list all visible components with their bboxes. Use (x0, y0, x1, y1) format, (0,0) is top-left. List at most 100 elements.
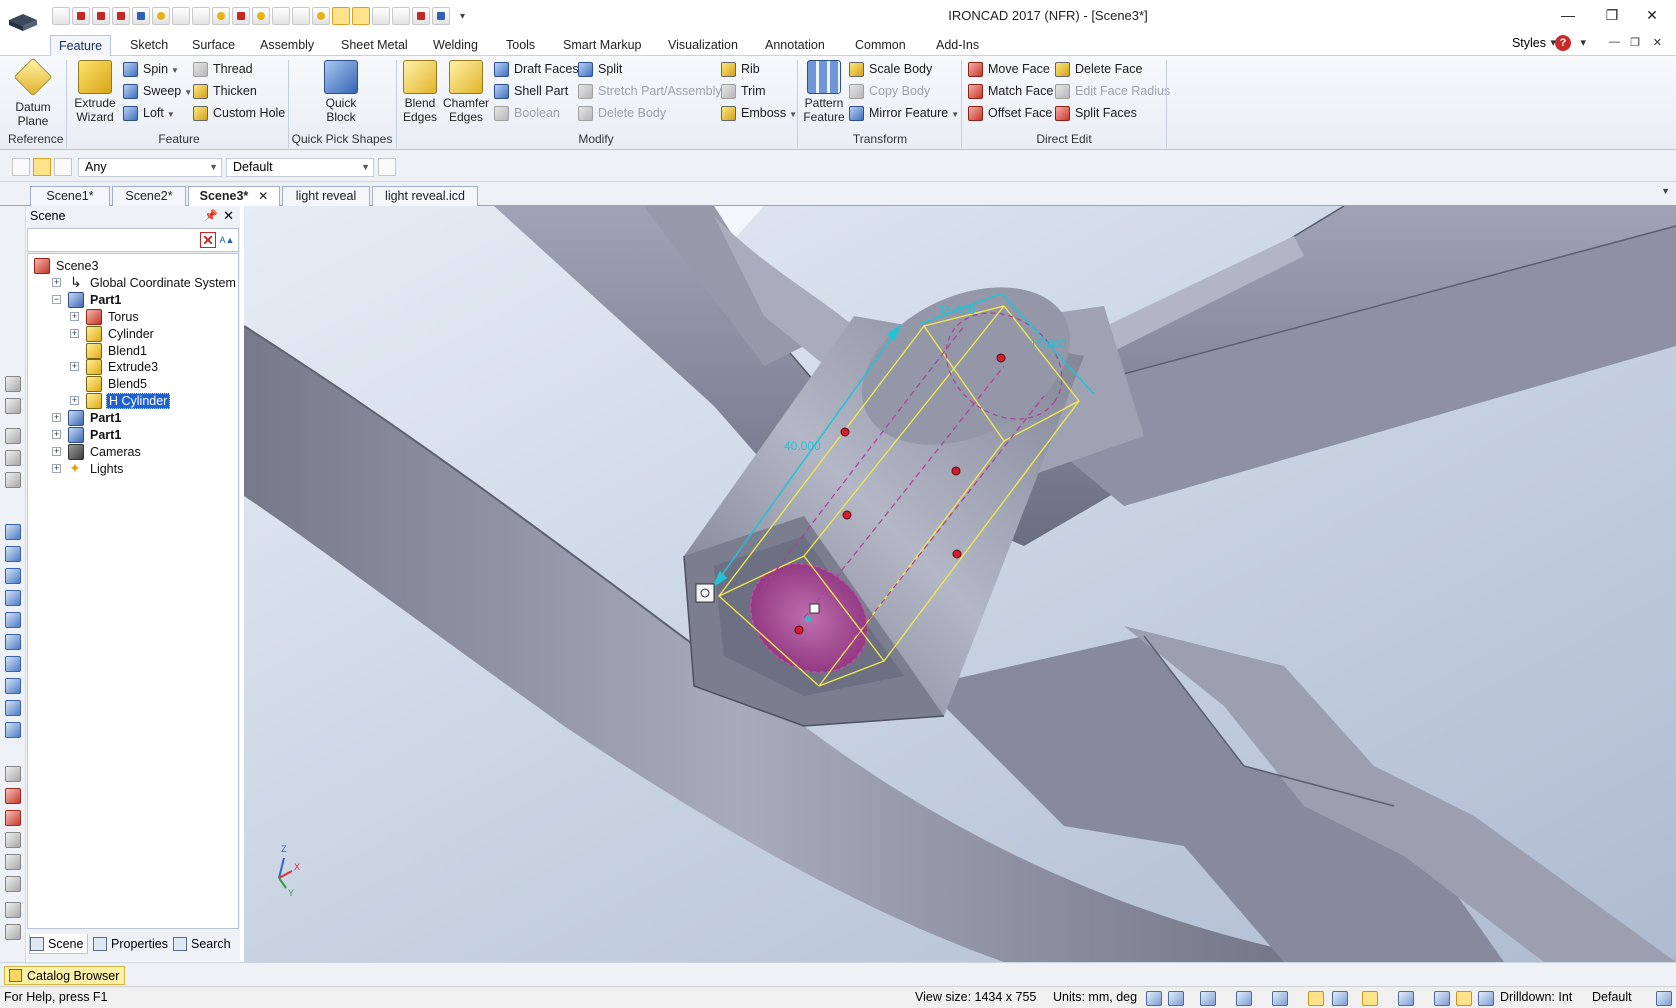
pin-icon[interactable]: 📌 (204, 206, 218, 226)
quick-block-button[interactable]: Quick Block (316, 60, 366, 124)
expand-icon[interactable]: + (52, 446, 61, 456)
offset-face-button[interactable]: Offset Face (968, 104, 1052, 122)
3d-viewport[interactable]: 40.000 15.000 15.000 Z X Y (244, 206, 1676, 962)
view-iso-icon[interactable] (5, 656, 21, 672)
view-tool-3-icon[interactable] (5, 428, 21, 444)
copy-body-button[interactable]: Copy Body (849, 82, 930, 100)
view-tool-1-icon[interactable] (5, 376, 21, 392)
tab-sketch[interactable]: Sketch (122, 35, 176, 56)
tab-tools[interactable]: Tools (498, 35, 543, 56)
dimension-height-label[interactable]: 15.000 (1030, 337, 1067, 351)
camera-icon[interactable] (1332, 991, 1348, 1006)
view-dimetric-icon[interactable] (5, 678, 21, 694)
battery-icon[interactable] (5, 924, 21, 940)
selection-filter-combo[interactable]: Any ▼ (78, 158, 222, 177)
tab-smart-markup[interactable]: Smart Markup (555, 35, 650, 56)
match-face-button[interactable]: Match Face (968, 82, 1053, 100)
tree-node-part1[interactable]: + Part1 (52, 409, 123, 427)
view-tool-5-icon[interactable] (5, 472, 21, 488)
tab-feature[interactable]: Feature (50, 35, 112, 56)
tree-node-torus[interactable]: + Torus (70, 308, 141, 326)
close-button[interactable]: ✕ (1632, 4, 1672, 26)
doc-tab-scene3[interactable]: Scene3* ✕ (188, 186, 280, 206)
draft-faces-button[interactable]: Draft Faces (494, 60, 579, 78)
tab-sheet-metal[interactable]: Sheet Metal (333, 35, 416, 56)
trim-button[interactable]: Trim (721, 82, 766, 100)
dimension-width-label[interactable]: 15.000 (939, 303, 976, 317)
stretch-part-button[interactable]: Stretch Part/Assembly (578, 82, 722, 100)
status-drilldown[interactable]: Drilldown: Int (1500, 987, 1572, 1008)
style-combo[interactable]: Default ▼ (226, 158, 374, 177)
light-toggle-icon[interactable] (1308, 991, 1324, 1006)
doc-tab-scene1[interactable]: Scene1* (30, 186, 110, 206)
view-right-icon[interactable] (5, 590, 21, 606)
tree-node-h-cylinder[interactable]: + H Cylinder (70, 392, 171, 410)
face-select-icon[interactable] (1434, 991, 1450, 1006)
tree-node-part1[interactable]: + Part1 (52, 426, 123, 444)
pointer-mode-icon[interactable] (1456, 991, 1472, 1006)
dimension-length-label[interactable]: 40.000 (784, 439, 821, 453)
tab-common[interactable]: Common (847, 35, 914, 56)
catalog-browser-button[interactable]: Catalog Browser (4, 966, 126, 985)
walkthrough-icon[interactable] (5, 810, 21, 826)
chamfer-edges-button[interactable]: Chamfer Edges (442, 60, 490, 124)
view-cube-icon[interactable] (1236, 991, 1252, 1006)
scene-render[interactable]: 40.000 15.000 15.000 Z X Y (244, 206, 1676, 962)
move-face-button[interactable]: Move Face (968, 60, 1050, 78)
close-icon[interactable]: ✕ (223, 206, 234, 226)
measure-icon[interactable] (5, 766, 21, 782)
help-icon[interactable]: ? (1555, 35, 1571, 51)
size-handle-icon[interactable] (840, 427, 850, 437)
circle-icon[interactable] (5, 854, 21, 870)
view-normal-icon[interactable] (5, 722, 21, 738)
expand-icon[interactable]: + (52, 413, 61, 423)
expand-icon[interactable]: + (52, 463, 61, 473)
doc-tab-light-reveal-icd[interactable]: light reveal.icd (372, 186, 478, 206)
view-back-icon[interactable] (5, 546, 21, 562)
doc-minimize-icon[interactable]: — (1609, 36, 1620, 48)
expand-icon[interactable]: + (52, 430, 61, 439)
doc-close-icon[interactable]: ✕ (1653, 36, 1662, 49)
view-tool-2-icon[interactable] (5, 398, 21, 414)
tree-node-blend1[interactable]: Blend1 (86, 342, 149, 360)
expand-icon[interactable]: + (70, 362, 79, 372)
tab-add-ins[interactable]: Add-Ins (928, 35, 987, 56)
maximize-button[interactable]: ❐ (1592, 4, 1632, 26)
blend-edges-button[interactable]: Blend Edges (400, 60, 440, 124)
rib-button[interactable]: Rib (721, 60, 760, 78)
size-handle-icon[interactable] (842, 510, 852, 520)
tree-node-extrude3[interactable]: + Extrude3 (70, 358, 160, 376)
anchor-icon[interactable] (805, 616, 811, 622)
select-pointer-icon[interactable] (33, 158, 51, 176)
edit-face-radius-button[interactable]: Edit Face Radius (1055, 82, 1170, 100)
thread-button[interactable]: Thread (193, 60, 253, 78)
tree-node-lights[interactable]: + Lights (52, 459, 125, 478)
loft-button[interactable]: Loft ▼ (123, 104, 175, 122)
view-bottom-icon[interactable] (5, 634, 21, 650)
size-handle-icon[interactable] (952, 549, 962, 559)
clear-filter-icon[interactable]: ✕ (200, 232, 216, 248)
delete-body-button[interactable]: Delete Body (578, 104, 666, 122)
close-icon[interactable]: ✕ (258, 189, 268, 203)
expand-icon[interactable]: + (70, 311, 79, 321)
tab-scene[interactable]: Scene (29, 934, 89, 954)
expand-icon[interactable]: + (70, 328, 79, 338)
hierarchy-icon[interactable] (378, 158, 396, 176)
help-dropdown-icon[interactable]: ▾ (1580, 36, 1586, 49)
tree-node-scene3[interactable]: Scene3 (34, 257, 100, 275)
sort-icon[interactable]: A▲ (219, 232, 235, 248)
shell-part-button[interactable]: Shell Part (494, 82, 568, 100)
view-top-icon[interactable] (5, 612, 21, 628)
mirror-feature-button[interactable]: Mirror Feature ▼ (849, 104, 959, 122)
angle-icon[interactable] (5, 832, 21, 848)
minimize-button[interactable]: — (1548, 4, 1588, 26)
anchor-handle-icon[interactable] (809, 603, 820, 614)
select-parts-icon[interactable] (12, 158, 30, 176)
styles-menu[interactable]: Styles (1512, 36, 1546, 50)
pattern-feature-button[interactable]: Pattern Feature (801, 60, 847, 124)
snap-icon[interactable] (695, 583, 715, 603)
thicken-button[interactable]: Thicken (193, 82, 257, 100)
emboss-button[interactable]: Emboss ▼ (721, 104, 797, 122)
view-trimetric-icon[interactable] (5, 700, 21, 716)
status-extra-icon[interactable] (1656, 991, 1672, 1006)
